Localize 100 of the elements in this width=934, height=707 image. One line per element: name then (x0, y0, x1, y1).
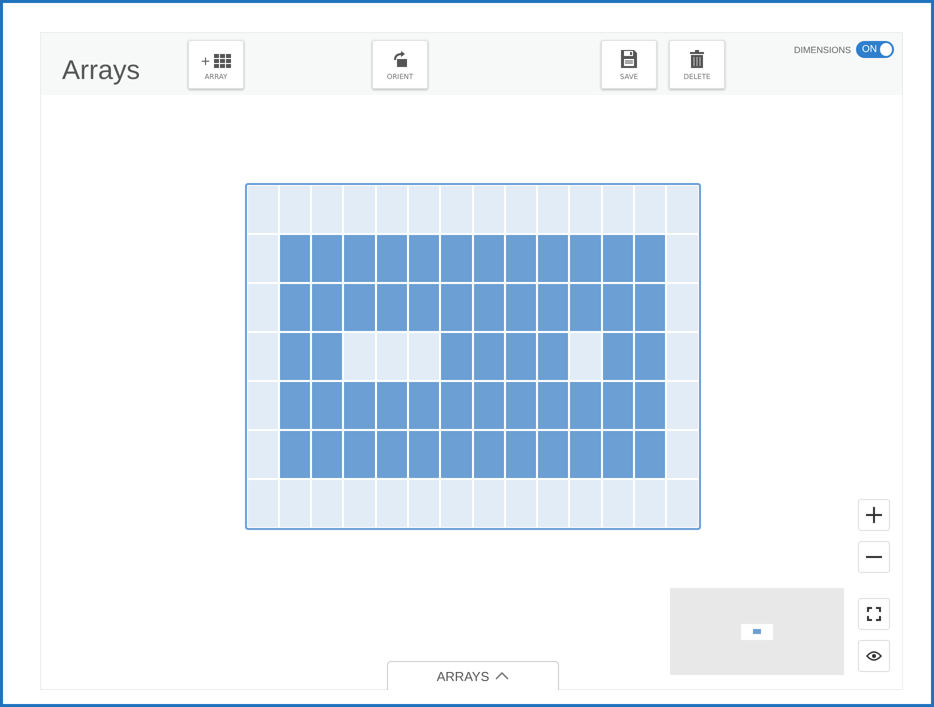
grid-cell[interactable] (408, 186, 440, 233)
grid-cell[interactable] (506, 431, 536, 478)
grid-cell[interactable] (376, 235, 407, 282)
grid-cell[interactable] (408, 333, 440, 380)
grid-cell[interactable] (634, 382, 666, 429)
grid-cell[interactable] (570, 382, 601, 429)
grid-cell[interactable] (344, 284, 375, 331)
grid-cell[interactable] (602, 235, 633, 282)
grid-cell[interactable] (408, 431, 440, 478)
grid-cell[interactable] (280, 186, 310, 233)
grid-cell[interactable] (344, 333, 375, 380)
grid-cell[interactable] (667, 235, 698, 282)
grid-cell[interactable] (506, 333, 536, 380)
view-button[interactable] (858, 640, 890, 672)
grid-cell[interactable] (312, 382, 342, 429)
grid-cell[interactable] (376, 284, 407, 331)
grid-cell[interactable] (376, 186, 407, 233)
grid-cell[interactable] (344, 480, 375, 527)
grid-cell[interactable] (506, 186, 536, 233)
grid-cell[interactable] (634, 235, 666, 282)
grid-cell[interactable] (344, 431, 375, 478)
grid-cell[interactable] (474, 186, 504, 233)
grid-cell[interactable] (538, 480, 568, 527)
zoom-out-button[interactable] (858, 541, 890, 573)
grid-cell[interactable] (312, 186, 342, 233)
grid-cell[interactable] (376, 333, 407, 380)
grid-cell[interactable] (602, 284, 633, 331)
fit-button[interactable] (858, 598, 890, 630)
grid-cell[interactable] (667, 382, 698, 429)
grid-cell[interactable] (506, 235, 536, 282)
grid-cell[interactable] (667, 333, 698, 380)
grid-cell[interactable] (248, 431, 278, 478)
grid-cell[interactable] (280, 333, 310, 380)
grid-cell[interactable] (570, 480, 601, 527)
grid-cell[interactable] (344, 382, 375, 429)
grid-cell[interactable] (248, 284, 278, 331)
dimensions-toggle[interactable]: ON (856, 41, 894, 58)
grid-cell[interactable] (570, 235, 601, 282)
grid-cell[interactable] (376, 431, 407, 478)
grid-cell[interactable] (634, 284, 666, 331)
grid-cell[interactable] (312, 480, 342, 527)
grid-cell[interactable] (538, 284, 568, 331)
grid-cell[interactable] (248, 333, 278, 380)
grid-cell[interactable] (506, 284, 536, 331)
grid-cell[interactable] (441, 382, 472, 429)
grid-cell[interactable] (441, 333, 472, 380)
grid-cell[interactable] (248, 235, 278, 282)
grid-cell[interactable] (506, 480, 536, 527)
grid-cell[interactable] (312, 431, 342, 478)
grid-cell[interactable] (570, 284, 601, 331)
grid-cell[interactable] (602, 382, 633, 429)
grid-cell[interactable] (441, 480, 472, 527)
grid-cell[interactable] (634, 431, 666, 478)
grid-cell[interactable] (474, 382, 504, 429)
grid-cell[interactable] (634, 333, 666, 380)
grid-cell[interactable] (312, 333, 342, 380)
grid-cell[interactable] (474, 235, 504, 282)
grid-cell[interactable] (506, 382, 536, 429)
grid-cell[interactable] (474, 333, 504, 380)
grid-cell[interactable] (280, 284, 310, 331)
grid-cell[interactable] (602, 333, 633, 380)
grid-cell[interactable] (570, 431, 601, 478)
grid-cell[interactable] (538, 235, 568, 282)
grid-cell[interactable] (408, 480, 440, 527)
grid-cell[interactable] (474, 431, 504, 478)
grid-cell[interactable] (280, 235, 310, 282)
grid-cell[interactable] (602, 480, 633, 527)
grid-cell[interactable] (602, 186, 633, 233)
grid-cell[interactable] (248, 480, 278, 527)
grid-cell[interactable] (408, 382, 440, 429)
minimap[interactable] (670, 588, 844, 675)
grid-cell[interactable] (538, 186, 568, 233)
grid-cell[interactable] (570, 333, 601, 380)
grid-cell[interactable] (280, 382, 310, 429)
grid-cell[interactable] (312, 235, 342, 282)
grid-cell[interactable] (312, 284, 342, 331)
grid-cell[interactable] (376, 480, 407, 527)
grid-cell[interactable] (441, 186, 472, 233)
grid-cell[interactable] (667, 480, 698, 527)
grid-cell[interactable] (634, 186, 666, 233)
zoom-in-button[interactable] (858, 499, 890, 531)
grid-cell[interactable] (248, 382, 278, 429)
grid-cell[interactable] (441, 284, 472, 331)
grid-cell[interactable] (667, 186, 698, 233)
grid-cell[interactable] (441, 431, 472, 478)
grid-cell[interactable] (538, 431, 568, 478)
grid-cell[interactable] (441, 235, 472, 282)
grid-cell[interactable] (344, 235, 375, 282)
arrays-tab[interactable]: ARRAYS (387, 661, 559, 690)
grid-cell[interactable] (344, 186, 375, 233)
grid-cell[interactable] (376, 382, 407, 429)
grid-cell[interactable] (667, 431, 698, 478)
grid-cell[interactable] (248, 186, 278, 233)
grid-cell[interactable] (280, 480, 310, 527)
grid-cell[interactable] (602, 431, 633, 478)
grid-cell[interactable] (408, 235, 440, 282)
grid-cell[interactable] (570, 186, 601, 233)
grid-cell[interactable] (667, 284, 698, 331)
grid-cell[interactable] (634, 480, 666, 527)
grid-cell[interactable] (538, 382, 568, 429)
